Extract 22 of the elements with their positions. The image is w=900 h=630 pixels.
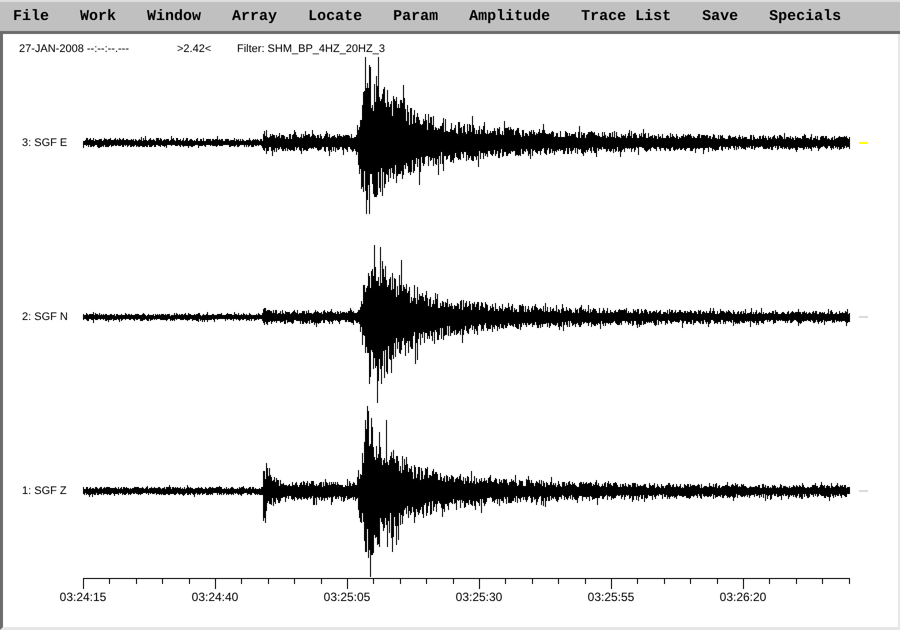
menu-item[interactable]: Amplitude [469,8,550,26]
time-tick-label: 03:24:40 [192,590,238,604]
menu-item[interactable]: Array [232,8,278,26]
menu-item[interactable]: Save [702,8,738,26]
channel-label: 1: SGF Z [22,484,67,496]
time-tick-label: 03:24:15 [60,590,106,604]
channel-label: 2: SGF N [22,310,68,322]
menu-item[interactable]: File [13,8,50,26]
time-tick-label: 03:25:05 [324,590,370,604]
time-tick-label: 03:25:30 [456,590,502,604]
menu-item[interactable]: Window [147,8,202,26]
amplitude-readout: >2.42< [177,43,212,56]
filter-label: Filter: SHM_BP_4HZ_20HZ_3 [237,43,385,56]
date-time-text: 27-JAN-2008 --:--:--.--- [19,43,130,56]
menu-item[interactable]: Specials [769,8,842,26]
time-tick-label: 03:25:55 [588,590,634,604]
menu-item[interactable]: Param [393,8,438,26]
menu-item[interactable]: Work [80,8,116,26]
time-tick-label: 03:26:20 [720,590,766,604]
menu-item[interactable]: Locate [308,8,362,26]
menu-item[interactable]: Trace List [581,8,672,26]
channel-label: 3: SGF E [22,136,68,148]
